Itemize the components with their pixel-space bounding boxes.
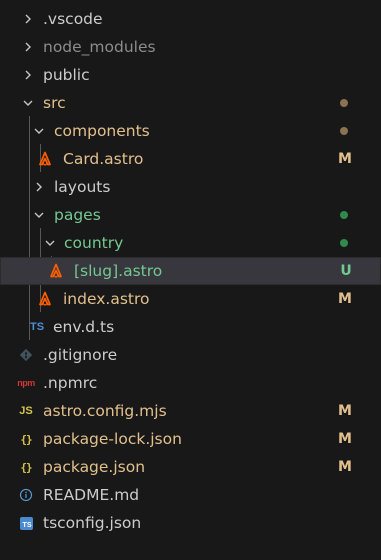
astro-icon <box>36 285 54 313</box>
tree-item-label: country <box>64 234 124 252</box>
tree-item-components-folder[interactable]: components <box>0 117 381 145</box>
tree-item-label: index.astro <box>63 290 150 308</box>
tree-item-label: src <box>43 94 66 112</box>
tree-item-label: .gitignore <box>43 346 118 364</box>
tree-item-package-json[interactable]: {} package.json M <box>0 453 381 481</box>
tree-item-slug-astro[interactable]: [slug].astro U <box>0 257 381 285</box>
git-status-badge: M <box>338 431 352 447</box>
modified-dot <box>340 99 348 107</box>
typescript-icon: TS <box>29 321 45 333</box>
untracked-dot <box>340 211 348 219</box>
tree-item-label: pages <box>54 206 101 224</box>
chevron-down-icon <box>31 201 47 229</box>
info-icon <box>17 481 35 509</box>
javascript-icon: JS <box>19 405 33 417</box>
tree-item-label: layouts <box>54 178 111 196</box>
tree-item-country-folder[interactable]: country <box>0 229 381 257</box>
tree-item-label: .vscode <box>43 10 103 28</box>
tree-item-readme[interactable]: README.md <box>0 481 381 509</box>
chevron-right-icon <box>20 5 36 33</box>
tree-item-label: README.md <box>43 486 140 504</box>
git-status-badge: U <box>340 263 352 279</box>
tree-item-tsconfig-json[interactable]: TS tsconfig.json <box>0 509 381 537</box>
tree-item-vscode-folder[interactable]: .vscode <box>0 5 381 33</box>
tree-item-src-folder[interactable]: src <box>0 89 381 117</box>
tsconfig-icon: TS <box>17 509 35 537</box>
tree-item-layouts-folder[interactable]: layouts <box>0 173 381 201</box>
chevron-down-icon <box>31 117 47 145</box>
tree-item-label: .npmrc <box>43 374 98 392</box>
tree-item-npmrc[interactable]: npm .npmrc <box>0 369 381 397</box>
tree-item-public-folder[interactable]: public <box>0 61 381 89</box>
npm-icon: npm <box>17 378 35 388</box>
tree-item-label: package.json <box>43 458 146 476</box>
git-icon <box>17 341 35 369</box>
tree-item-astro-config[interactable]: JS astro.config.mjs M <box>0 397 381 425</box>
tree-item-env-d-ts[interactable]: TS env.d.ts <box>0 313 381 341</box>
untracked-dot <box>340 239 348 247</box>
modified-dot <box>340 127 348 135</box>
astro-icon <box>36 145 54 173</box>
tree-item-label: components <box>54 122 150 140</box>
tree-item-label: [slug].astro <box>74 262 163 280</box>
git-status-badge: M <box>338 403 352 419</box>
chevron-right-icon <box>20 33 36 61</box>
tree-item-label: public <box>43 66 90 84</box>
tree-item-label: tsconfig.json <box>43 514 142 532</box>
chevron-right-icon <box>20 61 36 89</box>
json-icon: {} <box>20 460 32 474</box>
chevron-right-icon <box>31 173 47 201</box>
tree-item-node-modules-folder[interactable]: node_modules <box>0 33 381 61</box>
json-icon: {} <box>20 432 32 446</box>
tree-item-label: package-lock.json <box>43 430 182 448</box>
git-status-badge: M <box>338 291 352 307</box>
tree-item-pages-folder[interactable]: pages <box>0 201 381 229</box>
chevron-down-icon <box>20 89 36 117</box>
tree-item-label: env.d.ts <box>53 318 115 336</box>
astro-icon <box>47 257 65 285</box>
tree-item-label: node_modules <box>43 38 156 56</box>
tree-item-label: Card.astro <box>63 150 144 168</box>
git-status-badge: M <box>338 151 352 167</box>
tree-item-index-astro[interactable]: index.astro M <box>0 285 381 313</box>
git-status-badge: M <box>338 459 352 475</box>
file-explorer-tree: .vscode node_modules public src componen… <box>0 0 381 560</box>
tree-item-package-lock-json[interactable]: {} package-lock.json M <box>0 425 381 453</box>
tree-item-gitignore[interactable]: .gitignore <box>0 341 381 369</box>
tree-item-label: astro.config.mjs <box>43 402 167 420</box>
tree-item-card-astro[interactable]: Card.astro M <box>0 145 381 173</box>
chevron-down-icon <box>42 229 58 257</box>
